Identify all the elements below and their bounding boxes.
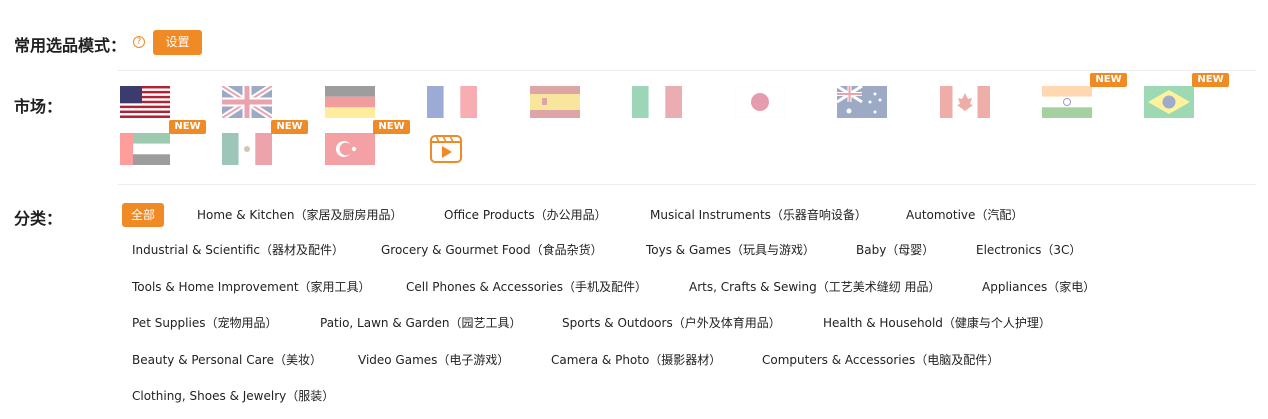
ca-flag[interactable] xyxy=(940,86,990,118)
br-flag-icon xyxy=(1144,86,1194,118)
ae-flag-icon xyxy=(120,133,170,165)
category-item[interactable]: Computers & Accessories（电脑及配件） xyxy=(762,352,999,368)
category-item[interactable]: Health & Household（健康与个人护理） xyxy=(823,315,1051,331)
settings-button[interactable]: 设置 xyxy=(153,30,202,55)
mx-new-badge: NEW xyxy=(271,120,308,134)
category-item[interactable]: Appliances（家电） xyxy=(982,279,1095,295)
au-flag-icon xyxy=(837,86,887,118)
category-item[interactable]: Musical Instruments（乐器音响设备） xyxy=(650,207,867,223)
divider xyxy=(118,184,1256,185)
in-flag[interactable] xyxy=(1042,86,1092,118)
in-flag-icon xyxy=(1042,86,1092,118)
category-item[interactable]: Home & Kitchen（家居及厨房用品） xyxy=(197,207,403,223)
category-item[interactable]: Automotive（汽配） xyxy=(906,207,1023,223)
category-all[interactable]: 全部 xyxy=(122,203,165,227)
ae-flag[interactable] xyxy=(120,133,170,165)
category-item[interactable]: Beauty & Personal Care（美妆） xyxy=(132,352,322,368)
mx-flag-icon xyxy=(222,133,272,165)
uk-flag[interactable] xyxy=(222,86,272,118)
category-item[interactable]: Arts, Crafts & Sewing（工艺美术缝纫 用品） xyxy=(689,279,941,295)
au-flag[interactable] xyxy=(837,86,887,118)
video-play-icon[interactable] xyxy=(430,133,462,163)
category-item[interactable]: Electronics（3C） xyxy=(976,242,1081,258)
category-item[interactable]: Camera & Photo（摄影器材） xyxy=(551,352,721,368)
divider xyxy=(118,70,1256,71)
us-flag-icon xyxy=(120,86,170,118)
it-flag[interactable] xyxy=(632,86,682,118)
category-item[interactable]: Clothing, Shoes & Jewelry（服装） xyxy=(132,388,334,404)
de-flag[interactable] xyxy=(325,86,375,118)
mx-flag[interactable] xyxy=(222,133,272,165)
category-item[interactable]: Cell Phones & Accessories（手机及配件） xyxy=(406,279,647,295)
category-label: 分类： xyxy=(14,209,63,228)
category-item[interactable]: Baby（母婴） xyxy=(856,242,934,258)
category-item[interactable]: Industrial & Scientific（器材及配件） xyxy=(132,242,344,258)
market-label: 市场： xyxy=(14,97,63,116)
category-item[interactable]: Toys & Games（玩具与游戏） xyxy=(646,242,815,258)
br-flag[interactable] xyxy=(1144,86,1194,118)
category-item[interactable]: Pet Supplies（宠物用品） xyxy=(132,315,277,331)
jp-flag-icon xyxy=(735,86,785,118)
us-flag[interactable] xyxy=(120,86,170,118)
fr-flag-icon xyxy=(427,86,477,118)
tr-flag[interactable] xyxy=(325,133,375,165)
category-item[interactable]: Sports & Outdoors（户外及体育用品） xyxy=(562,315,781,331)
es-flag-icon xyxy=(530,86,580,118)
tr-flag-icon xyxy=(325,133,375,165)
category-item[interactable]: Video Games（电子游戏） xyxy=(358,352,509,368)
category-item[interactable]: Grocery & Gourmet Food（食品杂货） xyxy=(381,242,603,258)
category-item[interactable]: Tools & Home Improvement（家用工具） xyxy=(132,279,371,295)
br-new-badge: NEW xyxy=(1192,73,1229,87)
uk-flag-icon xyxy=(222,86,272,118)
fr-flag[interactable] xyxy=(427,86,477,118)
ae-new-badge: NEW xyxy=(169,120,206,134)
selection-mode-label: 常用选品模式： xyxy=(14,36,127,55)
in-new-badge: NEW xyxy=(1090,73,1127,87)
ca-flag-icon xyxy=(940,86,990,118)
category-item[interactable]: Patio, Lawn & Garden（园艺工具） xyxy=(320,315,522,331)
category-item[interactable]: Office Products（办公用品） xyxy=(444,207,607,223)
tr-new-badge: NEW xyxy=(373,120,410,134)
de-flag-icon xyxy=(325,86,375,118)
it-flag-icon xyxy=(632,86,682,118)
help-icon[interactable]: ? xyxy=(133,36,145,48)
jp-flag[interactable] xyxy=(735,86,785,118)
es-flag[interactable] xyxy=(530,86,580,118)
